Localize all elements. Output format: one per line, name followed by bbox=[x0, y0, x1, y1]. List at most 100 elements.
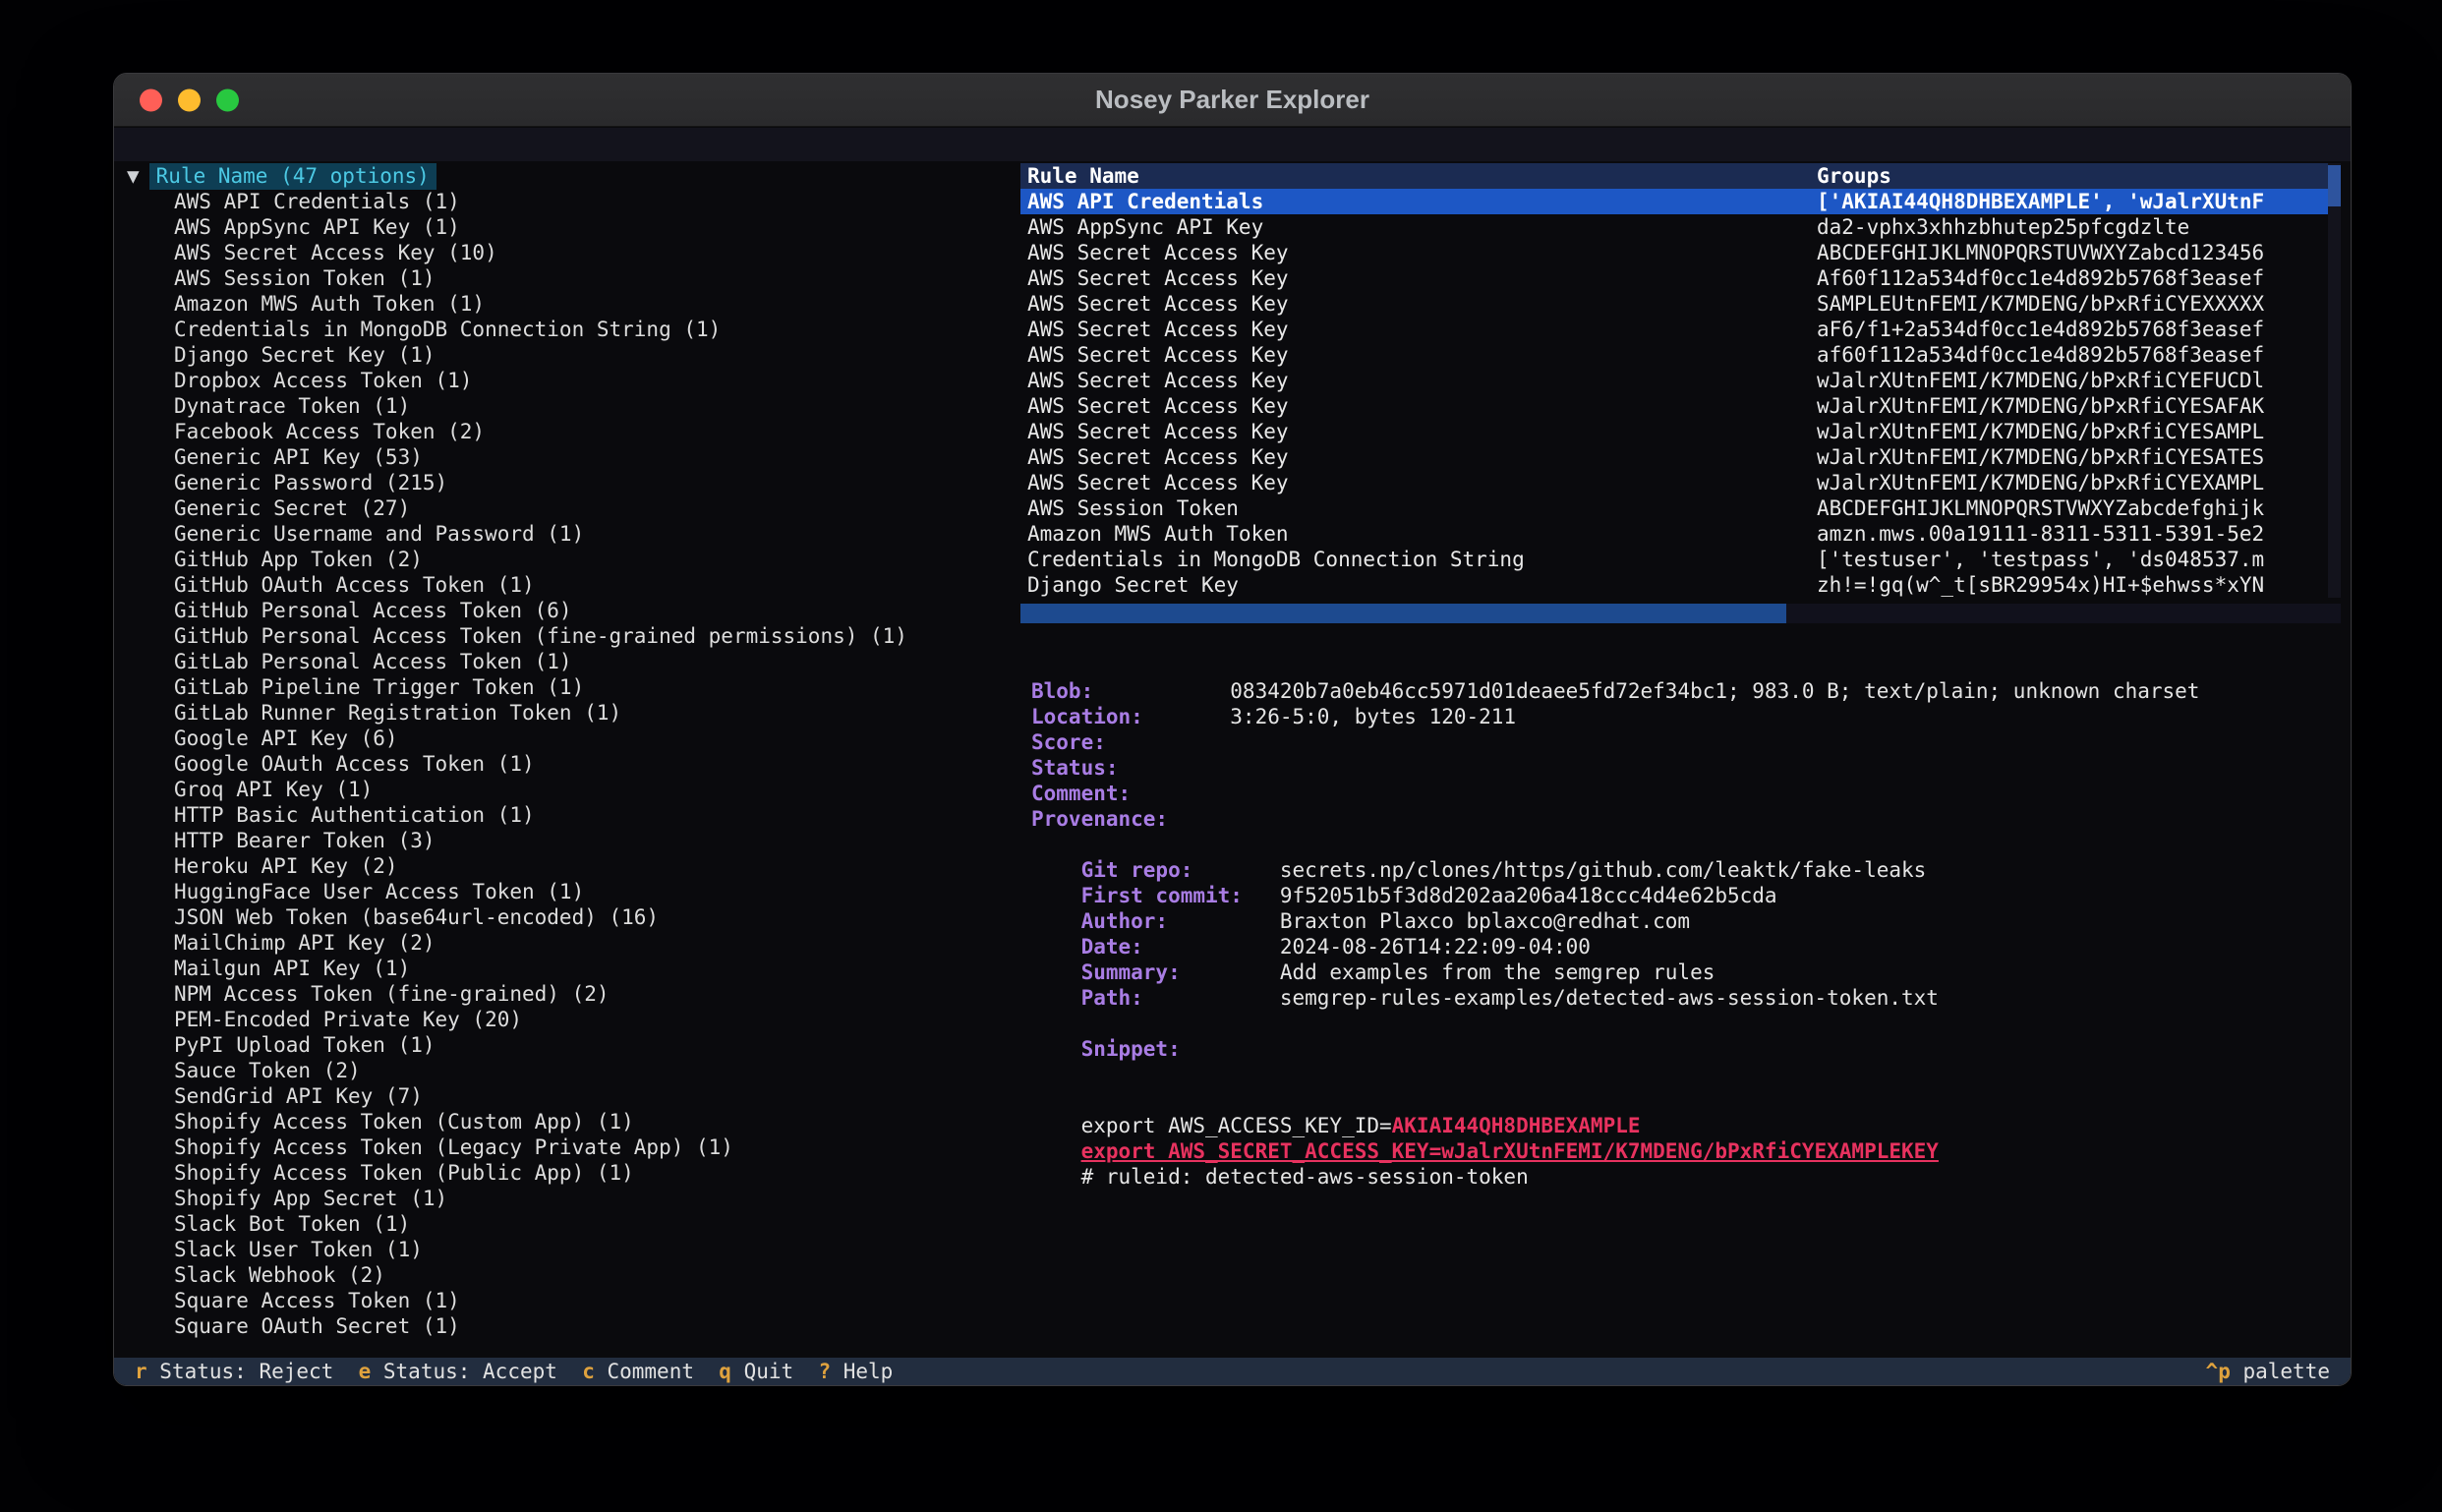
rule-filter-item[interactable]: Generic Secret (27) bbox=[127, 495, 1020, 521]
finding-row[interactable]: AWS Secret Access KeySAMPLEUtnFEMI/K7MDE… bbox=[1020, 291, 2341, 317]
rule-filter-item[interactable]: Square OAuth Secret (1) bbox=[127, 1313, 1020, 1339]
finding-row[interactable]: AWS Secret Access KeywJalrXUtnFEMI/K7MDE… bbox=[1020, 470, 2341, 495]
finding-groups: wJalrXUtnFEMI/K7MDENG/bPxRfiCYESATES bbox=[1817, 444, 2341, 470]
rule-filter-item[interactable]: Mailgun API Key (1) bbox=[127, 956, 1020, 981]
rule-filter-item[interactable]: MailChimp API Key (2) bbox=[127, 930, 1020, 956]
rule-filter-item[interactable]: GitHub OAuth Access Token (1) bbox=[127, 572, 1020, 598]
filters-header[interactable]: ▼ Rule Name (47 options) bbox=[127, 163, 1020, 189]
rule-filter-item[interactable]: Heroku API Key (2) bbox=[127, 853, 1020, 879]
finding-row[interactable]: AWS Session TokenABCDEFGHIJKLMNOPQRSTVWX… bbox=[1020, 495, 2341, 521]
close-button[interactable] bbox=[140, 88, 162, 111]
shortcut-label: Comment bbox=[595, 1360, 694, 1383]
horizontal-scrollbar-thumb[interactable] bbox=[1020, 604, 1786, 623]
column-header-rule-name: Rule Name bbox=[1020, 163, 1817, 189]
finding-rule-name: Django Secret Key bbox=[1020, 572, 1817, 598]
rule-filter-item[interactable]: Generic Username and Password (1) bbox=[127, 521, 1020, 547]
statusbar-shortcut[interactable]: r Status: Reject bbox=[135, 1359, 333, 1384]
window-titlebar[interactable]: Nosey Parker Explorer bbox=[114, 74, 2351, 127]
rule-filter-item[interactable]: Amazon MWS Auth Token (1) bbox=[127, 291, 1020, 317]
finding-row[interactable]: AWS Secret Access KeywJalrXUtnFEMI/K7MDE… bbox=[1020, 393, 2341, 419]
finding-rule-name: AWS Secret Access Key bbox=[1020, 368, 1817, 393]
finding-row[interactable]: Django Secret Keyzh!=!gq(w^_t[sBR29954x)… bbox=[1020, 572, 2341, 598]
rule-filter-item[interactable]: Generic Password (215) bbox=[127, 470, 1020, 495]
rule-filter-item[interactable]: Slack Webhook (2) bbox=[127, 1262, 1020, 1288]
rule-filter-item[interactable]: Credentials in MongoDB Connection String… bbox=[127, 317, 1020, 342]
vertical-scrollbar-thumb[interactable] bbox=[2328, 165, 2341, 206]
rule-filter-item[interactable]: Django Secret Key (1) bbox=[127, 342, 1020, 368]
rule-filter-item[interactable]: Google OAuth Access Token (1) bbox=[127, 751, 1020, 777]
rule-filter-item[interactable]: Shopify Access Token (Custom App) (1) bbox=[127, 1109, 1020, 1134]
rule-filter-item[interactable]: HTTP Basic Authentication (1) bbox=[127, 802, 1020, 828]
terminal-window: Nosey Parker Explorer Nosey Parker Explo… bbox=[113, 73, 2352, 1386]
rule-filter-item[interactable]: Generic API Key (53) bbox=[127, 444, 1020, 470]
minimize-button[interactable] bbox=[178, 88, 201, 111]
rule-filter-item[interactable]: SendGrid API Key (7) bbox=[127, 1083, 1020, 1109]
detail-value: 9f52051b5f3d8d202aa206a418ccc4d4e62b5cda bbox=[1280, 884, 1777, 907]
shortcut-label: Status: Reject bbox=[147, 1360, 334, 1383]
finding-row[interactable]: Credentials in MongoDB Connection String… bbox=[1020, 547, 2341, 572]
finding-row[interactable]: AWS API Credentials['AKIAI44QH8DHBEXAMPL… bbox=[1020, 189, 2341, 214]
spacer bbox=[1031, 1011, 2341, 1036]
rule-filter-item[interactable]: GitLab Runner Registration Token (1) bbox=[127, 700, 1020, 726]
statusbar-shortcut[interactable]: c Comment bbox=[582, 1359, 694, 1384]
finding-groups: wJalrXUtnFEMI/K7MDENG/bPxRfiCYEXAMPL bbox=[1817, 470, 2341, 495]
rule-filter-item[interactable]: JSON Web Token (base64url-encoded) (16) bbox=[127, 904, 1020, 930]
finding-groups: af60f112a534df0cc1e4d892b5768f3easef bbox=[1817, 342, 2341, 368]
finding-groups: aF6/f1+2a534df0cc1e4d892b5768f3easef bbox=[1817, 317, 2341, 342]
rule-filter-item[interactable]: PyPI Upload Token (1) bbox=[127, 1032, 1020, 1058]
statusbar-palette[interactable]: ^ppalette bbox=[2081, 1333, 2330, 1386]
rule-filter-item[interactable]: Dropbox Access Token (1) bbox=[127, 368, 1020, 393]
rule-filter-item[interactable]: Shopify Access Token (Public App) (1) bbox=[127, 1160, 1020, 1186]
finding-row[interactable]: AWS Secret Access KeywJalrXUtnFEMI/K7MDE… bbox=[1020, 368, 2341, 393]
rule-filter-item[interactable]: Dynatrace Token (1) bbox=[127, 393, 1020, 419]
rule-filter-item[interactable]: Shopify App Secret (1) bbox=[127, 1186, 1020, 1211]
rule-filter-item[interactable]: Groq API Key (1) bbox=[127, 777, 1020, 802]
finding-groups: Af60f112a534df0cc1e4d892b5768f3easef bbox=[1817, 265, 2341, 291]
detail-field: Summary:Add examples from the semgrep ru… bbox=[1031, 960, 2341, 985]
rule-filter-item[interactable]: Square Access Token (1) bbox=[127, 1288, 1020, 1313]
finding-groups: wJalrXUtnFEMI/K7MDENG/bPxRfiCYESAFAK bbox=[1817, 393, 2341, 419]
rule-filter-item[interactable]: AWS API Credentials (1) bbox=[127, 189, 1020, 214]
vertical-scrollbar[interactable] bbox=[2328, 163, 2341, 598]
finding-row[interactable]: AWS Secret Access Keyaf60f112a534df0cc1e… bbox=[1020, 342, 2341, 368]
finding-row[interactable]: AWS Secret Access KeywJalrXUtnFEMI/K7MDE… bbox=[1020, 419, 2341, 444]
horizontal-scrollbar[interactable] bbox=[1020, 604, 2341, 623]
detail-label: Blob: bbox=[1031, 678, 1230, 704]
rule-filter-item[interactable]: Sauce Token (2) bbox=[127, 1058, 1020, 1083]
statusbar-shortcut[interactable]: q Quit bbox=[719, 1359, 793, 1384]
statusbar-shortcut[interactable]: e Status: Accept bbox=[359, 1359, 557, 1384]
rule-filter-item[interactable]: AWS Secret Access Key (10) bbox=[127, 240, 1020, 265]
finding-row[interactable]: AWS Secret Access KeyABCDEFGHIJKLMNOPQRS… bbox=[1020, 240, 2341, 265]
collapse-arrow-icon[interactable]: ▼ bbox=[127, 163, 140, 189]
finding-row[interactable]: AWS Secret Access KeywJalrXUtnFEMI/K7MDE… bbox=[1020, 444, 2341, 470]
rule-filter-item[interactable]: NPM Access Token (fine-grained) (2) bbox=[127, 981, 1020, 1007]
findings-table-header: Rule Name Groups bbox=[1020, 163, 2341, 189]
zoom-button[interactable] bbox=[216, 88, 239, 111]
rule-filter-item[interactable]: Slack Bot Token (1) bbox=[127, 1211, 1020, 1237]
shortcut-key: c bbox=[582, 1360, 595, 1383]
rule-filter-item[interactable]: GitHub Personal Access Token (fine-grain… bbox=[127, 623, 1020, 649]
rule-filter-item[interactable]: Slack User Token (1) bbox=[127, 1237, 1020, 1262]
rule-filter-item[interactable]: Facebook Access Token (2) bbox=[127, 419, 1020, 444]
finding-row[interactable]: Amazon MWS Auth Tokenamzn.mws.00a19111-8… bbox=[1020, 521, 2341, 547]
snippet-segment: AKIAI44QH8DHBEXAMPLE bbox=[1392, 1114, 1641, 1137]
rule-filter-item[interactable]: GitLab Pipeline Trigger Token (1) bbox=[127, 674, 1020, 700]
rule-filter-item[interactable]: PEM-Encoded Private Key (20) bbox=[127, 1007, 1020, 1032]
finding-row[interactable]: AWS Secret Access KeyAf60f112a534df0cc1e… bbox=[1020, 265, 2341, 291]
window-title: Nosey Parker Explorer bbox=[1095, 85, 1369, 115]
rule-filter-item[interactable]: AWS Session Token (1) bbox=[127, 265, 1020, 291]
rule-filter-item[interactable]: Google API Key (6) bbox=[127, 726, 1020, 751]
rule-filter-item[interactable]: GitHub App Token (2) bbox=[127, 547, 1020, 572]
detail-label: Comment: bbox=[1031, 781, 1230, 806]
rule-filter-item[interactable]: HTTP Bearer Token (3) bbox=[127, 828, 1020, 853]
rule-filter-item[interactable]: GitLab Personal Access Token (1) bbox=[127, 649, 1020, 674]
detail-field: Provenance: bbox=[1031, 806, 2341, 832]
rule-filter-item[interactable]: AWS AppSync API Key (1) bbox=[127, 214, 1020, 240]
statusbar-shortcut[interactable]: ? Help bbox=[818, 1359, 893, 1384]
finding-row[interactable]: AWS Secret Access KeyaF6/f1+2a534df0cc1e… bbox=[1020, 317, 2341, 342]
finding-row[interactable]: AWS AppSync API Keyda2-vphx3xhhzbhutep25… bbox=[1020, 214, 2341, 240]
rule-filter-item[interactable]: GitHub Personal Access Token (6) bbox=[127, 598, 1020, 623]
detail-field: Date:2024-08-26T14:22:09-04:00 bbox=[1031, 934, 2341, 960]
rule-filter-item[interactable]: Shopify Access Token (Legacy Private App… bbox=[127, 1134, 1020, 1160]
rule-filter-item[interactable]: HuggingFace User Access Token (1) bbox=[127, 879, 1020, 904]
